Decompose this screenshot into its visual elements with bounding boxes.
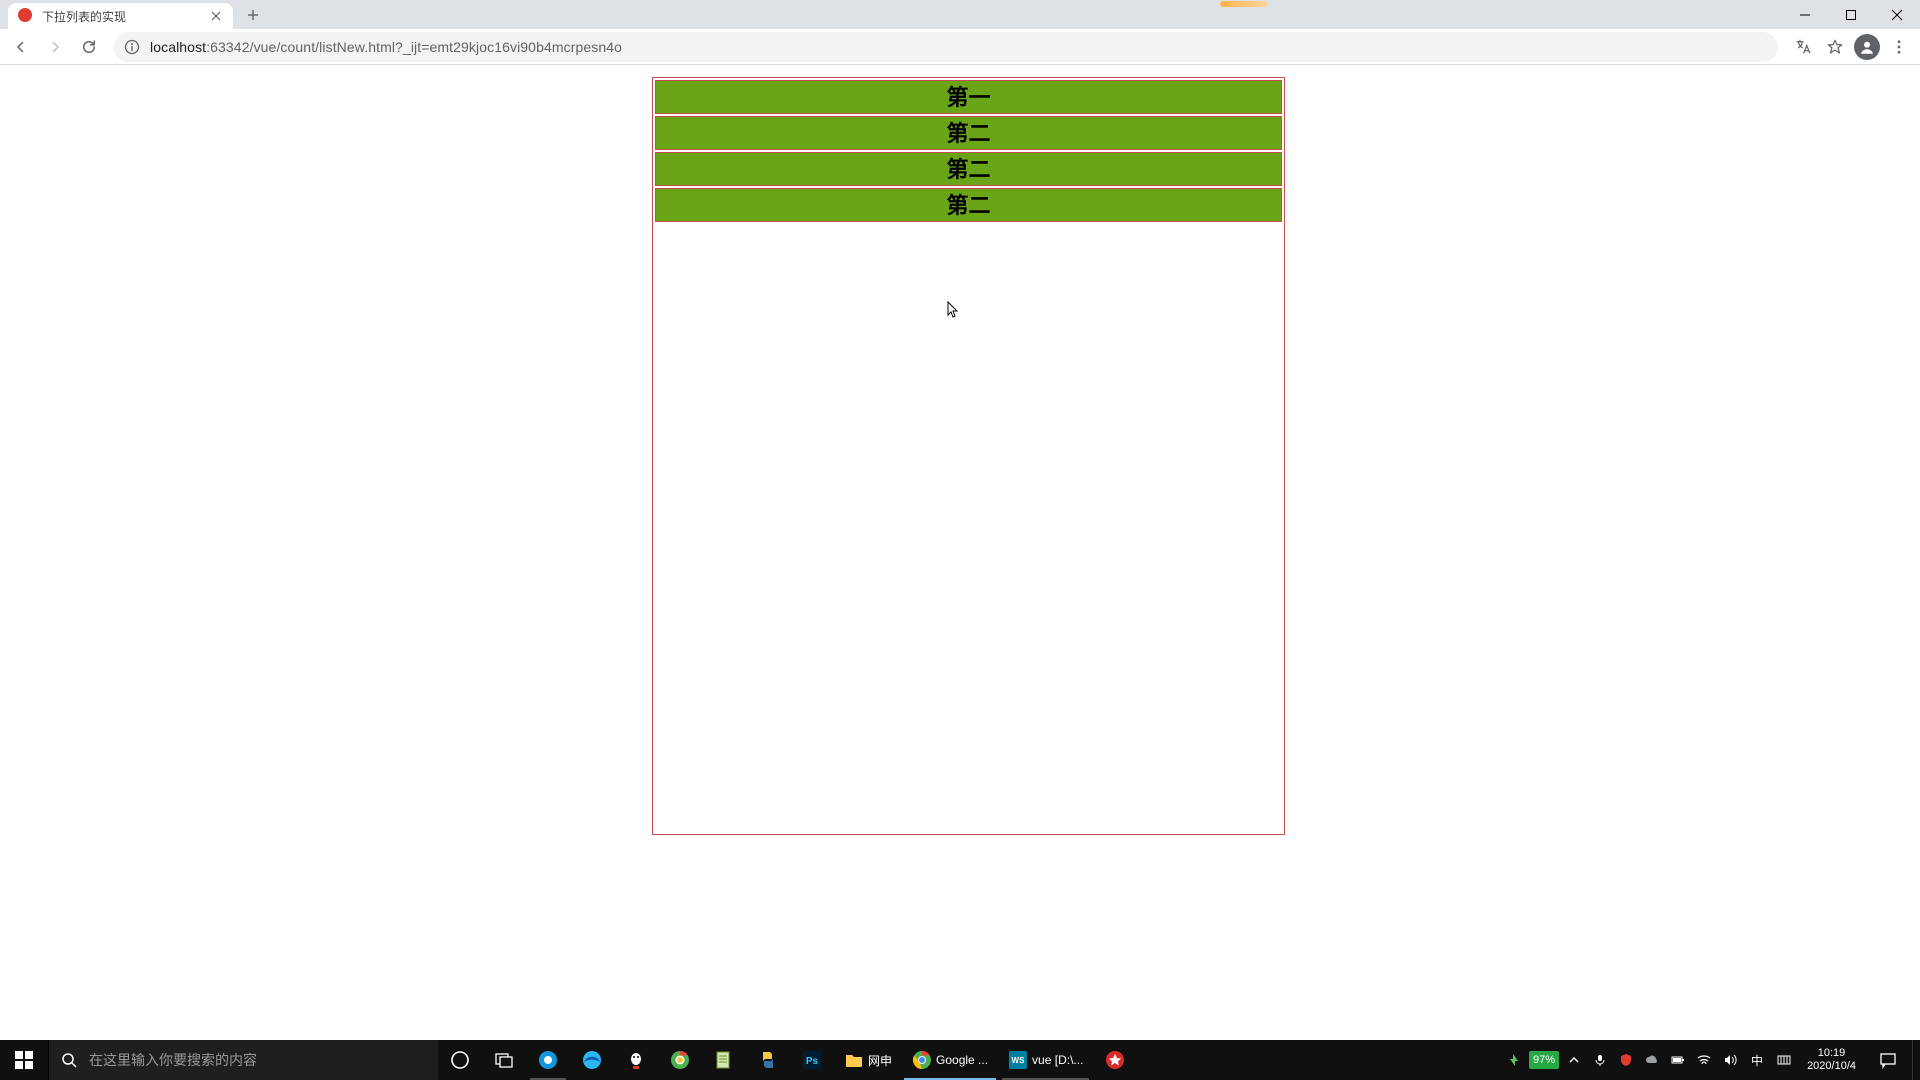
taskbar-app-red[interactable] xyxy=(1093,1040,1137,1080)
show-desktop-button[interactable] xyxy=(1912,1040,1918,1080)
tray-ime-indicator[interactable]: 中 xyxy=(1745,1040,1769,1080)
back-button[interactable] xyxy=(6,32,36,62)
cortana-button[interactable] xyxy=(438,1040,482,1080)
new-tab-button[interactable] xyxy=(239,1,267,29)
webstorm-icon: WS xyxy=(1008,1050,1028,1070)
chrome-update-indicator[interactable] xyxy=(1220,1,1268,7)
tray-onedrive-icon[interactable] xyxy=(1641,1040,1663,1080)
list-item[interactable]: 第二 xyxy=(655,188,1282,222)
tab-favicon xyxy=(18,8,34,24)
start-button[interactable] xyxy=(0,1040,48,1080)
tray-ime-mode-icon[interactable] xyxy=(1773,1040,1795,1080)
list-item[interactable]: 第二 xyxy=(655,116,1282,150)
taskbar-app-photoshop[interactable]: Ps xyxy=(790,1040,834,1080)
window-maximize-button[interactable] xyxy=(1828,0,1874,29)
browser-tab[interactable]: 下拉列表的实现 xyxy=(8,3,233,29)
taskbar-app-chrome-canary[interactable] xyxy=(658,1040,702,1080)
window-minimize-button[interactable] xyxy=(1782,0,1828,29)
tray-mic-icon[interactable] xyxy=(1589,1040,1611,1080)
tray-charging-icon[interactable] xyxy=(1503,1040,1525,1080)
list-item[interactable]: 第二 xyxy=(655,152,1282,186)
taskbar-app-python[interactable] xyxy=(746,1040,790,1080)
tray-date: 2020/10/4 xyxy=(1807,1060,1856,1073)
url-text: localhost:63342/vue/count/listNew.html?_… xyxy=(150,39,622,55)
taskbar-search[interactable]: 在这里输入你要搜索的内容 xyxy=(48,1040,438,1080)
chrome-icon xyxy=(912,1050,932,1070)
forward-button[interactable] xyxy=(40,32,70,62)
system-tray: 97% 中 10:19 2020/10/4 xyxy=(1503,1040,1920,1080)
taskbar-webstorm-label: vue [D:\... xyxy=(1032,1053,1083,1067)
menu-button[interactable] xyxy=(1884,32,1914,62)
browser-toolbar: localhost:63342/vue/count/listNew.html?_… xyxy=(0,29,1920,65)
svg-text:WS: WS xyxy=(1012,1056,1026,1065)
taskbar-chrome-label: Google ... xyxy=(936,1053,988,1067)
reload-button[interactable] xyxy=(74,32,104,62)
taskbar-app-chrome[interactable]: Google ... xyxy=(902,1040,998,1080)
svg-text:Ps: Ps xyxy=(806,1056,819,1067)
taskbar-app-qq-browser[interactable] xyxy=(526,1040,570,1080)
tab-close-button[interactable] xyxy=(209,9,223,23)
taskbar-search-placeholder: 在这里输入你要搜索的内容 xyxy=(89,1050,257,1070)
action-center-button[interactable] xyxy=(1868,1040,1908,1080)
taskbar-folder-label: 网申 xyxy=(868,1052,892,1069)
translate-button[interactable] xyxy=(1788,32,1818,62)
tab-title: 下拉列表的实现 xyxy=(42,8,201,25)
window-close-button[interactable] xyxy=(1874,0,1920,29)
folder-icon xyxy=(844,1050,864,1070)
page-viewport: 第一 第二 第二 第二 xyxy=(0,65,1920,1040)
bookmark-button[interactable] xyxy=(1820,32,1850,62)
mouse-cursor xyxy=(947,301,959,319)
profile-button[interactable] xyxy=(1852,32,1882,62)
tray-volume-icon[interactable] xyxy=(1719,1040,1741,1080)
taskbar-app-notepad[interactable] xyxy=(702,1040,746,1080)
tray-security-icon[interactable] xyxy=(1615,1040,1637,1080)
tray-battery-icon[interactable] xyxy=(1667,1040,1689,1080)
task-view-button[interactable] xyxy=(482,1040,526,1080)
taskbar: 在这里输入你要搜索的内容 Ps 网申 Google ... WS vue [D:… xyxy=(0,1040,1920,1080)
tray-time: 10:19 xyxy=(1807,1047,1856,1060)
browser-titlebar: 下拉列表的实现 xyxy=(0,0,1920,29)
tray-chevron-up-icon[interactable] xyxy=(1563,1040,1585,1080)
tray-clock[interactable]: 10:19 2020/10/4 xyxy=(1799,1047,1864,1073)
address-bar[interactable]: localhost:63342/vue/count/listNew.html?_… xyxy=(114,32,1778,62)
list-container: 第一 第二 第二 第二 xyxy=(652,77,1285,835)
list-item[interactable]: 第一 xyxy=(655,80,1282,114)
taskbar-app-edge[interactable] xyxy=(570,1040,614,1080)
tray-battery-percent[interactable]: 97% xyxy=(1529,1051,1559,1069)
site-info-icon[interactable] xyxy=(124,39,140,55)
window-controls xyxy=(1782,0,1920,29)
taskbar-app-webstorm[interactable]: WS vue [D:\... xyxy=(998,1040,1093,1080)
taskbar-app-folder[interactable]: 网申 xyxy=(834,1040,902,1080)
taskbar-app-qq[interactable] xyxy=(614,1040,658,1080)
search-icon xyxy=(49,1052,89,1068)
tray-wifi-icon[interactable] xyxy=(1693,1040,1715,1080)
